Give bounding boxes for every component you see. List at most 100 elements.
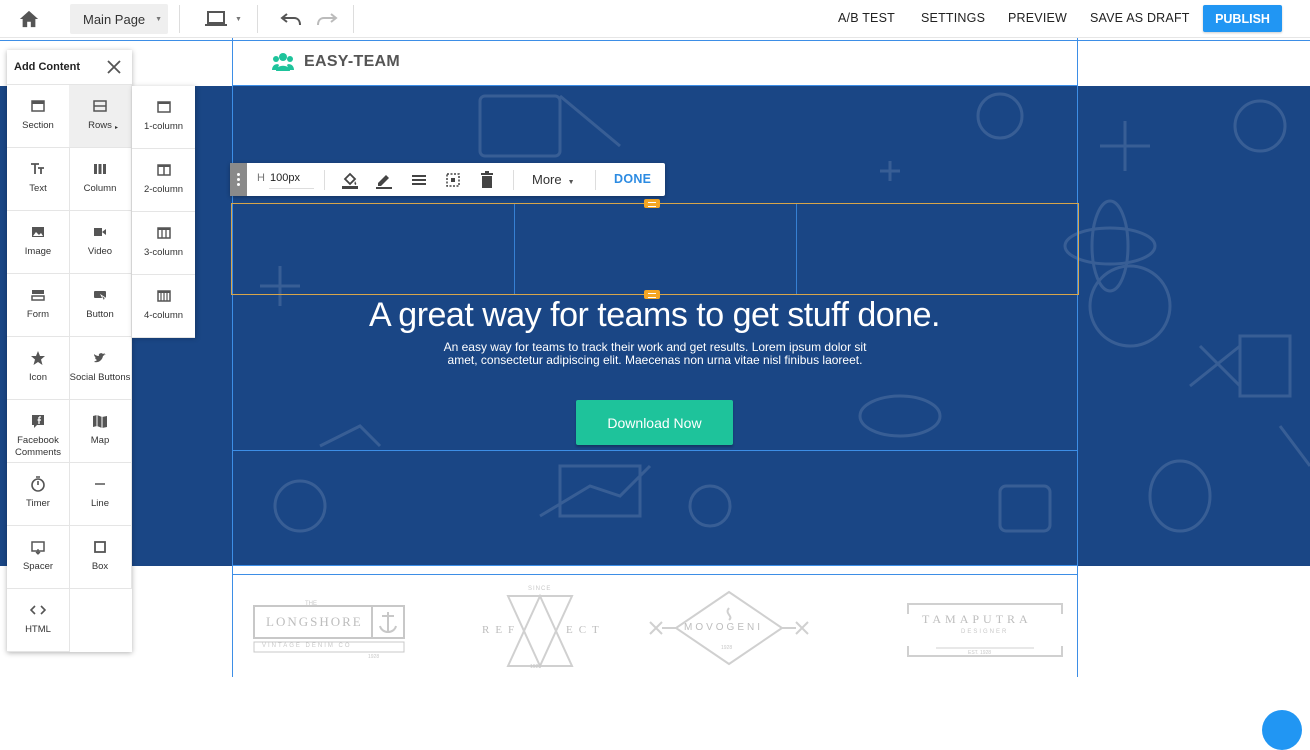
reflect-year: 1928 xyxy=(530,664,542,670)
add-content-item-rows[interactable]: Rows ▸ xyxy=(69,85,132,148)
site-header: EASY-TEAM xyxy=(0,38,1310,86)
rows-option-label: 4-column xyxy=(143,310,184,321)
panel-title: Add Content xyxy=(14,61,80,73)
chevron-down-icon: ▼ xyxy=(235,15,242,23)
button-icon xyxy=(94,291,108,303)
column-divider xyxy=(796,204,797,294)
add-content-item-social-buttons[interactable]: Social Buttons xyxy=(69,337,132,400)
padding-icon[interactable] xyxy=(444,171,462,189)
three-column-icon xyxy=(156,227,171,239)
add-content-item-html[interactable]: HTML xyxy=(7,589,70,652)
divider xyxy=(513,170,514,190)
row-toolbar: H 100px More ▼ DONE xyxy=(230,163,665,196)
drag-handle-icon[interactable] xyxy=(230,163,247,196)
add-content-item-label: Social Buttons xyxy=(69,372,131,383)
add-content-item-icon[interactable]: Icon xyxy=(7,337,70,400)
reflect-small: SINCE xyxy=(528,586,552,592)
guide-line xyxy=(232,450,1078,451)
chevron-right-icon: ▸ xyxy=(115,125,119,131)
page-select[interactable]: Main Page ▼ xyxy=(70,4,168,34)
download-now-button[interactable]: Download Now xyxy=(576,400,733,445)
site-logo[interactable]: EASY-TEAM xyxy=(272,52,400,72)
timer-icon xyxy=(31,476,45,492)
settings-link[interactable]: SETTINGS xyxy=(921,11,985,25)
publish-button[interactable]: PUBLISH xyxy=(1203,5,1282,32)
chevron-down-icon: ▼ xyxy=(155,15,163,23)
more-dropdown[interactable]: More ▼ xyxy=(532,172,575,187)
add-content-item-label: Map xyxy=(90,435,110,446)
redo-icon[interactable] xyxy=(316,10,338,28)
video-icon xyxy=(94,228,106,236)
add-content-item-label: Box xyxy=(91,561,109,572)
preview-link[interactable]: PREVIEW xyxy=(1008,11,1067,25)
fill-color-icon[interactable] xyxy=(341,171,359,189)
add-content-item-label: Timer xyxy=(26,498,50,509)
save-draft-link[interactable]: SAVE AS DRAFT xyxy=(1090,11,1190,25)
add-content-item-map[interactable]: Map xyxy=(69,400,132,463)
resize-handle-top[interactable] xyxy=(644,199,660,208)
editor-topbar: Main Page ▼ ▼ A/B TEST SETTINGS PREVIEW … xyxy=(0,0,1310,38)
facebook-comment-icon xyxy=(32,415,44,428)
chat-widget-button[interactable] xyxy=(1262,710,1302,750)
trash-icon[interactable] xyxy=(478,171,496,189)
form-icon xyxy=(31,290,45,301)
divider xyxy=(595,170,596,190)
guide-line xyxy=(232,565,1078,566)
guide-line xyxy=(232,85,1078,86)
guide-line xyxy=(0,40,1310,41)
longshore-year: 1928 xyxy=(368,654,380,660)
add-content-item-section[interactable]: Section xyxy=(7,85,70,148)
edit-pencil-icon[interactable] xyxy=(375,171,393,189)
add-content-item-timer[interactable]: Timer xyxy=(7,463,70,526)
two-column-icon xyxy=(156,164,171,176)
add-content-item-label: Line xyxy=(91,498,109,509)
selected-row[interactable] xyxy=(231,203,1079,295)
add-content-item-form[interactable]: Form xyxy=(7,274,70,337)
height-input[interactable]: 100px xyxy=(269,169,314,189)
more-label: More xyxy=(532,172,562,187)
add-content-item-label: Text xyxy=(29,183,47,194)
twitter-icon xyxy=(94,353,106,363)
divider xyxy=(179,5,180,33)
add-content-item-spacer[interactable]: Spacer xyxy=(7,526,70,589)
undo-icon[interactable] xyxy=(280,10,302,28)
rows-option-4-column[interactable]: 4-column xyxy=(132,275,195,338)
add-content-item-text[interactable]: Text xyxy=(7,148,70,211)
page-canvas: EASY-TEAM A great way for teams to get s… xyxy=(0,38,1310,750)
add-content-item-line[interactable]: Line xyxy=(69,463,132,526)
client-logos-section[interactable]: THE LONGSHORE VINTAGE DENIM CO 1928 SINC… xyxy=(0,566,1310,677)
ab-test-link[interactable]: A/B TEST xyxy=(838,11,895,25)
laptop-icon xyxy=(205,11,227,26)
resize-handle-bottom[interactable] xyxy=(644,290,660,299)
device-select[interactable]: ▼ xyxy=(205,10,245,28)
rows-option-1-column[interactable]: 1-column xyxy=(132,86,195,149)
add-content-item-box[interactable]: Box xyxy=(69,526,132,589)
add-content-item-label: HTML xyxy=(25,624,51,635)
hero-section[interactable]: A great way for teams to get stuff done.… xyxy=(0,86,1310,566)
add-content-item-image[interactable]: Image xyxy=(7,211,70,274)
hero-subtitle: An easy way for teams to track their wor… xyxy=(410,341,900,367)
movogeni-year: 1928 xyxy=(721,645,733,651)
add-content-item-label: Button xyxy=(86,309,114,320)
close-icon[interactable] xyxy=(105,58,123,76)
home-icon[interactable] xyxy=(18,9,40,29)
add-content-item-label: Spacer xyxy=(22,561,54,572)
tamaputra-year: EST. 1928 xyxy=(968,650,992,656)
rows-submenu: 1-column 2-column 3-column 4-column xyxy=(132,86,195,338)
add-content-item-column[interactable]: Column xyxy=(69,148,132,211)
align-icon[interactable] xyxy=(410,171,428,189)
done-button[interactable]: DONE xyxy=(614,172,651,186)
guide-line xyxy=(1077,38,1078,677)
add-content-item-facebook-comments[interactable]: Facebook Comments xyxy=(7,400,70,463)
add-content-item-label: Video xyxy=(87,246,113,257)
add-content-item-video[interactable]: Video xyxy=(69,211,132,274)
one-column-icon xyxy=(156,101,171,113)
rows-option-3-column[interactable]: 3-column xyxy=(132,212,195,275)
tamaputra-name: TAMAPUTRA xyxy=(922,612,1032,626)
rows-option-2-column[interactable]: 2-column xyxy=(132,149,195,212)
divider xyxy=(324,170,325,190)
reflect-name-left: REF xyxy=(482,624,521,636)
add-content-item-button[interactable]: Button xyxy=(69,274,132,337)
longshore-name: LONGSHORE xyxy=(266,614,363,629)
reflect-name-right: ECT xyxy=(566,624,605,636)
